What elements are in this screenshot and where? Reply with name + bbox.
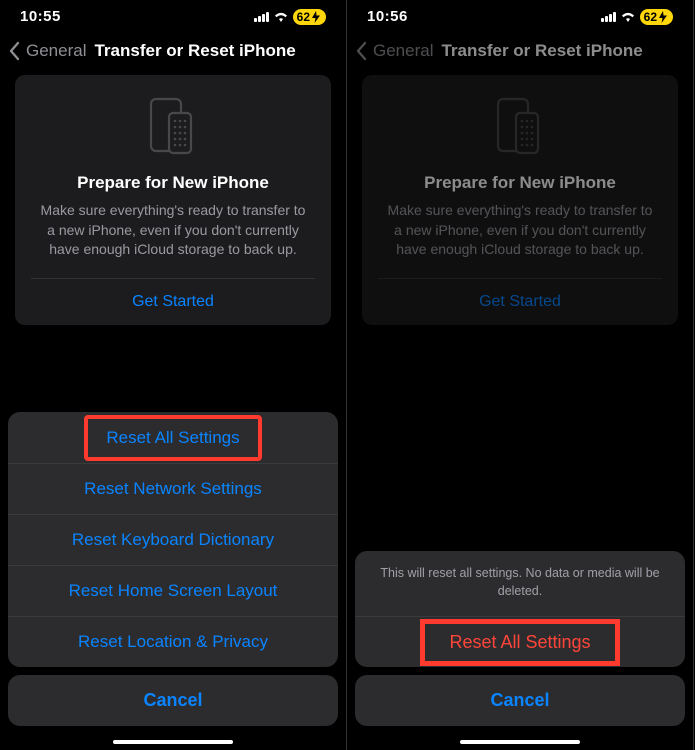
status-right: 62 bbox=[254, 9, 326, 25]
right-screenshot: 10:56 62 General Transfer or Reset iPhon… bbox=[347, 0, 694, 750]
prepare-card-desc: Make sure everything's ready to transfer… bbox=[378, 201, 662, 278]
nav-header: General Transfer or Reset iPhone bbox=[347, 29, 693, 75]
wifi-icon bbox=[273, 11, 289, 23]
prepare-card: Prepare for New iPhone Make sure everyth… bbox=[15, 75, 331, 325]
prepare-card: Prepare for New iPhone Make sure everyth… bbox=[362, 75, 678, 325]
status-bar: 10:55 62 bbox=[0, 0, 346, 29]
confirm-message: This will reset all settings. No data or… bbox=[355, 551, 685, 616]
cellular-icon bbox=[254, 12, 269, 22]
cellular-icon bbox=[601, 12, 616, 22]
back-chevron-icon[interactable] bbox=[355, 41, 369, 61]
nav-header: General Transfer or Reset iPhone bbox=[0, 29, 346, 75]
battery-indicator: 62 bbox=[640, 9, 673, 25]
reset-keyboard-dictionary-option[interactable]: Reset Keyboard Dictionary bbox=[8, 514, 338, 565]
status-time: 10:55 bbox=[20, 8, 61, 25]
battery-percent: 62 bbox=[644, 10, 657, 24]
nav-back-label[interactable]: General bbox=[26, 41, 86, 61]
battery-percent: 62 bbox=[297, 10, 310, 24]
confirm-reset-all-settings-button[interactable]: Reset All Settings bbox=[355, 616, 685, 667]
get-started-link[interactable]: Get Started bbox=[378, 279, 662, 325]
prepare-card-desc: Make sure everything's ready to transfer… bbox=[31, 201, 315, 278]
get-started-link[interactable]: Get Started bbox=[31, 279, 315, 325]
nav-back-label[interactable]: General bbox=[373, 41, 433, 61]
cancel-button[interactable]: Cancel bbox=[8, 675, 338, 726]
status-time: 10:56 bbox=[367, 8, 408, 25]
prepare-card-title: Prepare for New iPhone bbox=[31, 173, 315, 193]
status-right: 62 bbox=[601, 9, 673, 25]
reset-location-privacy-option[interactable]: Reset Location & Privacy bbox=[8, 616, 338, 667]
nav-title: Transfer or Reset iPhone bbox=[441, 41, 642, 61]
reset-action-sheet: Reset All Settings Reset Network Setting… bbox=[0, 412, 346, 750]
reset-all-settings-option[interactable]: Reset All Settings bbox=[8, 412, 338, 463]
battery-indicator: 62 bbox=[293, 9, 326, 25]
phone-transfer-icon bbox=[31, 97, 315, 159]
left-screenshot: 10:55 62 General Transfer or Reset iPhon… bbox=[0, 0, 347, 750]
home-indicator[interactable] bbox=[113, 740, 233, 744]
phone-transfer-icon bbox=[378, 97, 662, 159]
wifi-icon bbox=[620, 11, 636, 23]
reset-network-settings-option[interactable]: Reset Network Settings bbox=[8, 463, 338, 514]
home-indicator[interactable] bbox=[460, 740, 580, 744]
status-bar: 10:56 62 bbox=[347, 0, 693, 29]
reset-home-screen-layout-option[interactable]: Reset Home Screen Layout bbox=[8, 565, 338, 616]
prepare-card-title: Prepare for New iPhone bbox=[378, 173, 662, 193]
cancel-button[interactable]: Cancel bbox=[355, 675, 685, 726]
back-chevron-icon[interactable] bbox=[8, 41, 22, 61]
confirm-action-sheet: This will reset all settings. No data or… bbox=[347, 551, 693, 750]
nav-title: Transfer or Reset iPhone bbox=[94, 41, 295, 61]
